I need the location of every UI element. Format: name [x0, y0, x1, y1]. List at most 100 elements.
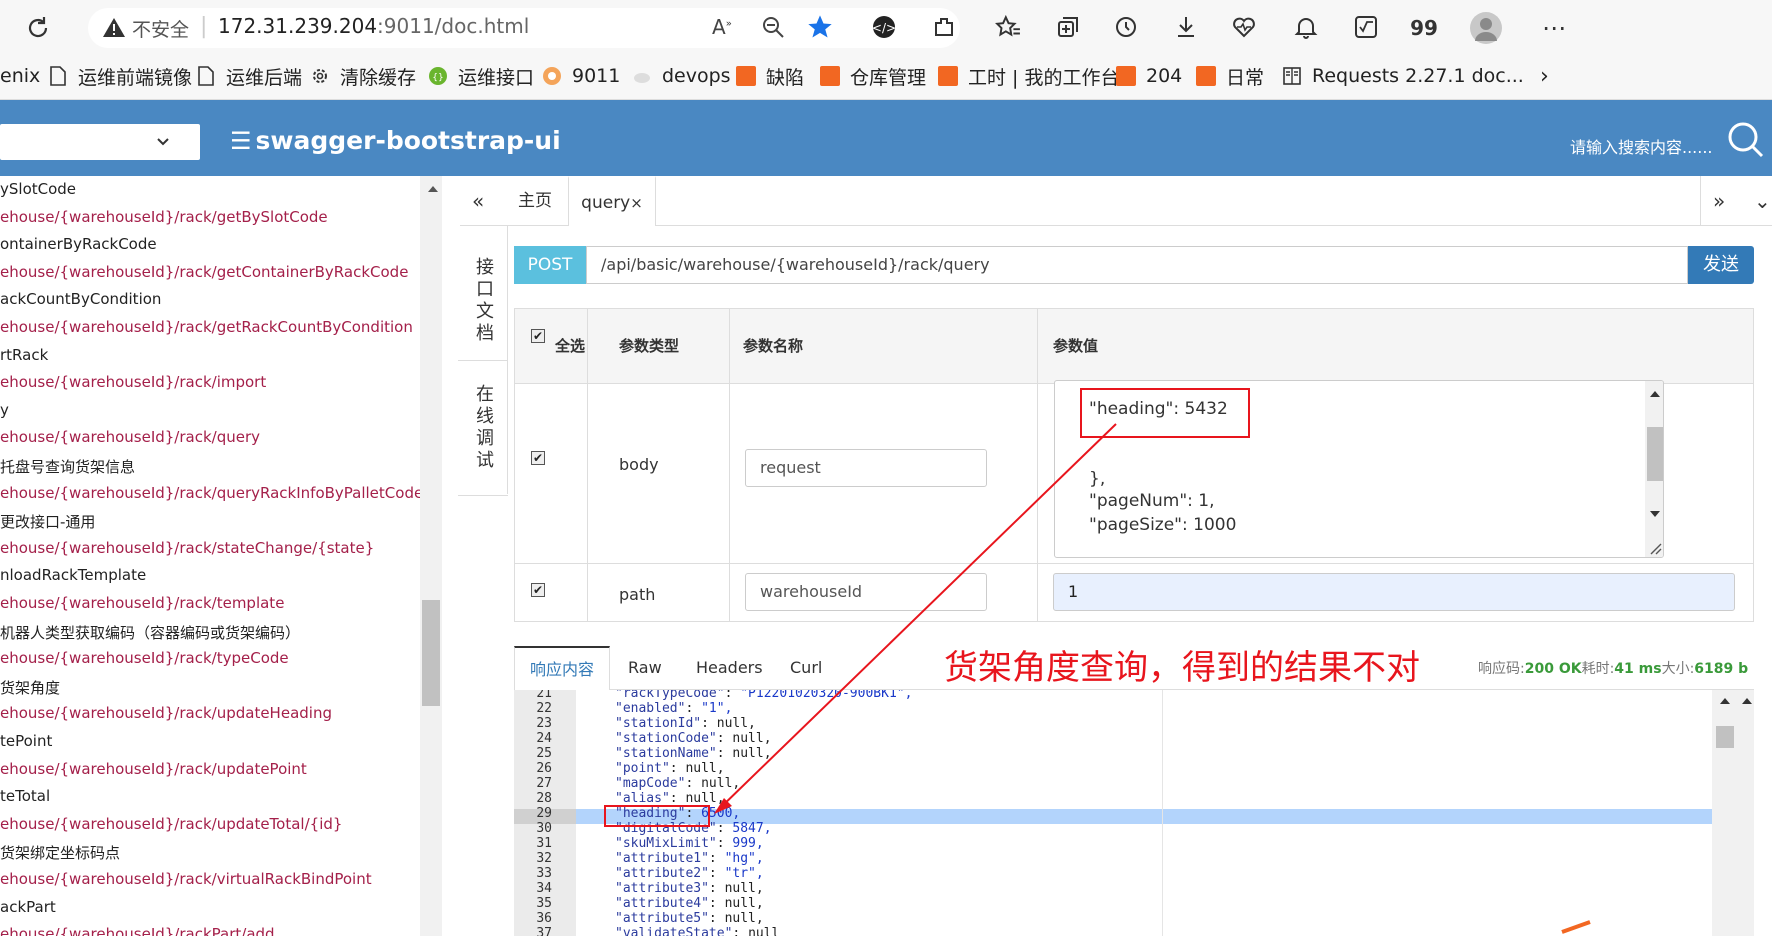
url-input[interactable]: /api/basic/warehouse/{warehouseId}/rack/…: [586, 246, 1688, 284]
more-menu-icon[interactable]: ⋯: [1540, 14, 1568, 42]
scroll-up-icon[interactable]: [1718, 696, 1732, 706]
sidebar-api-path[interactable]: ehouse/{warehouseId}/rack/queryRackInfoB…: [0, 484, 420, 502]
tab-response-content[interactable]: 响应内容: [514, 646, 610, 691]
sidebar-api-title[interactable]: 托盘号查询货架信息: [0, 456, 135, 477]
sidebar-api-title[interactable]: ySlotCode: [0, 180, 76, 198]
line-number: 37: [536, 926, 552, 936]
bookmark-item[interactable]: devops: [632, 62, 731, 90]
collapse-left-icon[interactable]: «: [472, 176, 484, 226]
menu-icon[interactable]: ☰: [230, 127, 252, 155]
code-scrollbar-thumb[interactable]: [1716, 726, 1734, 748]
select-all-label: 全选: [555, 337, 586, 355]
sidebar-api-path[interactable]: ehouse/{warehouseId}/rackPart/add: [0, 925, 275, 936]
math-solver-icon[interactable]: [1352, 14, 1380, 42]
sidebar-api-path[interactable]: ehouse/{warehouseId}/rack/updateHeading: [0, 704, 332, 722]
bookmark-item[interactable]: enix: [0, 62, 40, 90]
sidebar-api-path[interactable]: ehouse/{warehouseId}/rack/getBySlotCode: [0, 208, 328, 226]
bookmark-item[interactable]: 204: [1116, 62, 1182, 90]
bookmark-item[interactable]: 日常: [1196, 62, 1264, 90]
sidebar-api-title[interactable]: rtRack: [0, 346, 48, 364]
sidebar-api-path[interactable]: ehouse/{warehouseId}/rack/getContainerBy…: [0, 263, 408, 281]
sidebar-api-title[interactable]: tePoint: [0, 732, 52, 750]
tab-api-docs-label: 接口文档: [473, 257, 494, 345]
select-all-checkbox[interactable]: ✔: [531, 329, 545, 343]
sidebar-api-path[interactable]: ehouse/{warehouseId}/rack/getRackCountBy…: [0, 318, 413, 336]
sidebar-api-title[interactable]: 货架角度: [0, 677, 60, 698]
sidebar-api-path[interactable]: ehouse/{warehouseId}/rack/stateChange/{s…: [0, 539, 374, 557]
close-icon[interactable]: ×: [630, 194, 643, 212]
bookmark-item[interactable]: 工时 | 我的工作台: [938, 62, 1119, 90]
extensions-icon[interactable]: [930, 14, 958, 42]
sidebar-scrollbar-thumb[interactable]: [422, 600, 440, 706]
collections-icon[interactable]: [1054, 14, 1082, 42]
chevron-down-icon[interactable]: ⌄: [1754, 176, 1771, 226]
sidebar-api-title[interactable]: teTotal: [0, 787, 50, 805]
sidebar-api-path[interactable]: ehouse/{warehouseId}/rack/import: [0, 373, 266, 391]
sidebar-api-path[interactable]: ehouse/{warehouseId}/rack/updateTotal/{i…: [0, 815, 342, 833]
search-input[interactable]: 请输入搜索内容......: [1570, 134, 1713, 158]
sidebar-api-title[interactable]: ackPart: [0, 898, 56, 916]
chevron-right-icon[interactable]: ›: [1540, 62, 1549, 90]
group-select[interactable]: [0, 124, 200, 160]
favorites-icon[interactable]: [994, 14, 1022, 42]
history-icon[interactable]: [1112, 14, 1140, 42]
warning-icon[interactable]: [102, 16, 126, 44]
bookmark-label: 运维后端: [226, 66, 303, 89]
param-value-input[interactable]: 1: [1053, 573, 1735, 611]
send-button[interactable]: 发送: [1688, 246, 1754, 284]
expand-right-icon[interactable]: »: [1700, 176, 1725, 226]
line-number: 21: [536, 690, 552, 701]
param-checkbox-path[interactable]: ✔: [531, 583, 545, 597]
tab-headers[interactable]: Headers: [696, 646, 763, 690]
bookmark-item[interactable]: 缺陷: [736, 62, 804, 90]
sidebar-api-title[interactable]: 机器人类型获取编码（容器编码或货架编码）: [0, 622, 300, 643]
download-icon[interactable]: [1172, 14, 1200, 42]
param-name-input[interactable]: request: [745, 449, 987, 487]
sidebar-api-path[interactable]: ehouse/{warehouseId}/rack/template: [0, 594, 284, 612]
bookmark-item[interactable]: 仓库管理: [820, 62, 926, 90]
profile-avatar[interactable]: [1470, 12, 1502, 44]
bookmark-item[interactable]: 运维后端: [196, 62, 302, 90]
sidebar-api-path[interactable]: ehouse/{warehouseId}/rack/virtualRackBin…: [0, 870, 372, 888]
tab-query[interactable]: query×: [568, 176, 656, 226]
bookmark-item[interactable]: Requests 2.27.1 doc...: [1282, 62, 1524, 90]
scroll-down-icon[interactable]: [1648, 509, 1662, 519]
quote-extension-icon[interactable]: 99: [1410, 14, 1438, 42]
bookmark-item[interactable]: {} 运维接口: [428, 62, 534, 90]
search-icon[interactable]: [1726, 120, 1766, 164]
sidebar-api-path[interactable]: ehouse/{warehouseId}/rack/typeCode: [0, 649, 289, 667]
sidebar-api-path[interactable]: ehouse/{warehouseId}/rack/updatePoint: [0, 760, 307, 778]
scroll-up-icon[interactable]: [1740, 696, 1754, 706]
performance-icon[interactable]: [1230, 14, 1258, 42]
address-bar[interactable]: 不安全 | 172.31.239.204:9011/doc.html A»: [88, 8, 960, 48]
bookmark-item[interactable]: 清除缓存: [310, 62, 416, 90]
sidebar-api-title[interactable]: 货架绑定坐标码点: [0, 842, 120, 863]
tab-curl[interactable]: Curl: [790, 646, 822, 690]
read-aloud-icon[interactable]: A»: [712, 15, 732, 39]
sidebar-api-title[interactable]: ackCountByCondition: [0, 290, 161, 308]
resize-handle-icon[interactable]: [1648, 541, 1662, 555]
textarea-scrollbar-thumb[interactable]: [1647, 427, 1663, 481]
tab-api-docs[interactable]: 接口文档: [458, 236, 508, 366]
sidebar-api-title[interactable]: nloadRackTemplate: [0, 566, 146, 584]
sidebar-api-title[interactable]: ontainerByRackCode: [0, 235, 157, 253]
sidebar-api-path[interactable]: ehouse/{warehouseId}/rack/query: [0, 428, 260, 446]
notification-bell-icon[interactable]: [1292, 14, 1320, 42]
bookmark-item[interactable]: 运维前端镜像: [48, 62, 192, 90]
tab-online-debug[interactable]: 在线调试: [458, 360, 508, 496]
zoom-out-icon[interactable]: [760, 14, 786, 44]
sidebar-api-title[interactable]: y: [0, 401, 9, 419]
bookmark-item[interactable]: 9011: [542, 62, 620, 90]
sidebar-scrollbar[interactable]: [420, 176, 442, 936]
param-checkbox-body[interactable]: ✔: [531, 451, 545, 465]
sidebar-api-title[interactable]: 更改接口-通用: [0, 511, 95, 532]
refresh-icon[interactable]: [24, 14, 52, 42]
param-name-input[interactable]: warehouseId: [745, 573, 987, 611]
scroll-up-icon[interactable]: [1648, 389, 1662, 399]
tab-raw[interactable]: Raw: [628, 646, 662, 690]
tab-home[interactable]: 主页: [518, 176, 552, 226]
scroll-up-icon[interactable]: [426, 184, 440, 194]
dev-extension-icon[interactable]: </>: [870, 14, 898, 42]
json-value: "P12201020320-900BK1",: [740, 690, 913, 701]
favorite-star-icon[interactable]: [806, 13, 834, 45]
